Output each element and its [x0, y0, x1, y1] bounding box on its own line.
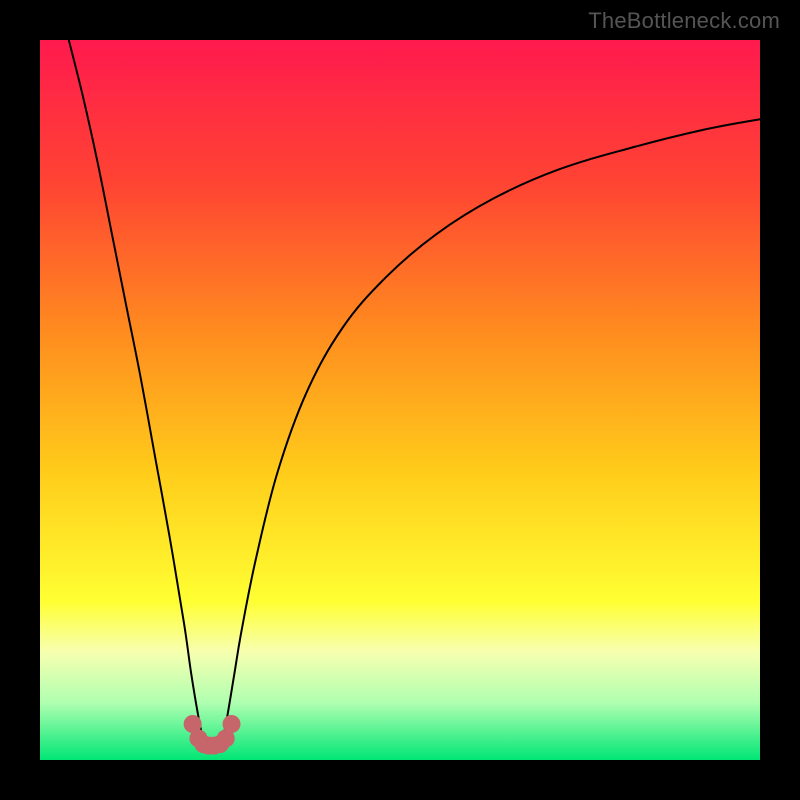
watermark-text: TheBottleneck.com — [588, 8, 780, 34]
gradient-background — [40, 40, 760, 760]
plot-area — [40, 40, 760, 760]
chart-frame: TheBottleneck.com — [0, 0, 800, 800]
plot-svg — [40, 40, 760, 760]
marker-trough-markers — [223, 715, 241, 733]
